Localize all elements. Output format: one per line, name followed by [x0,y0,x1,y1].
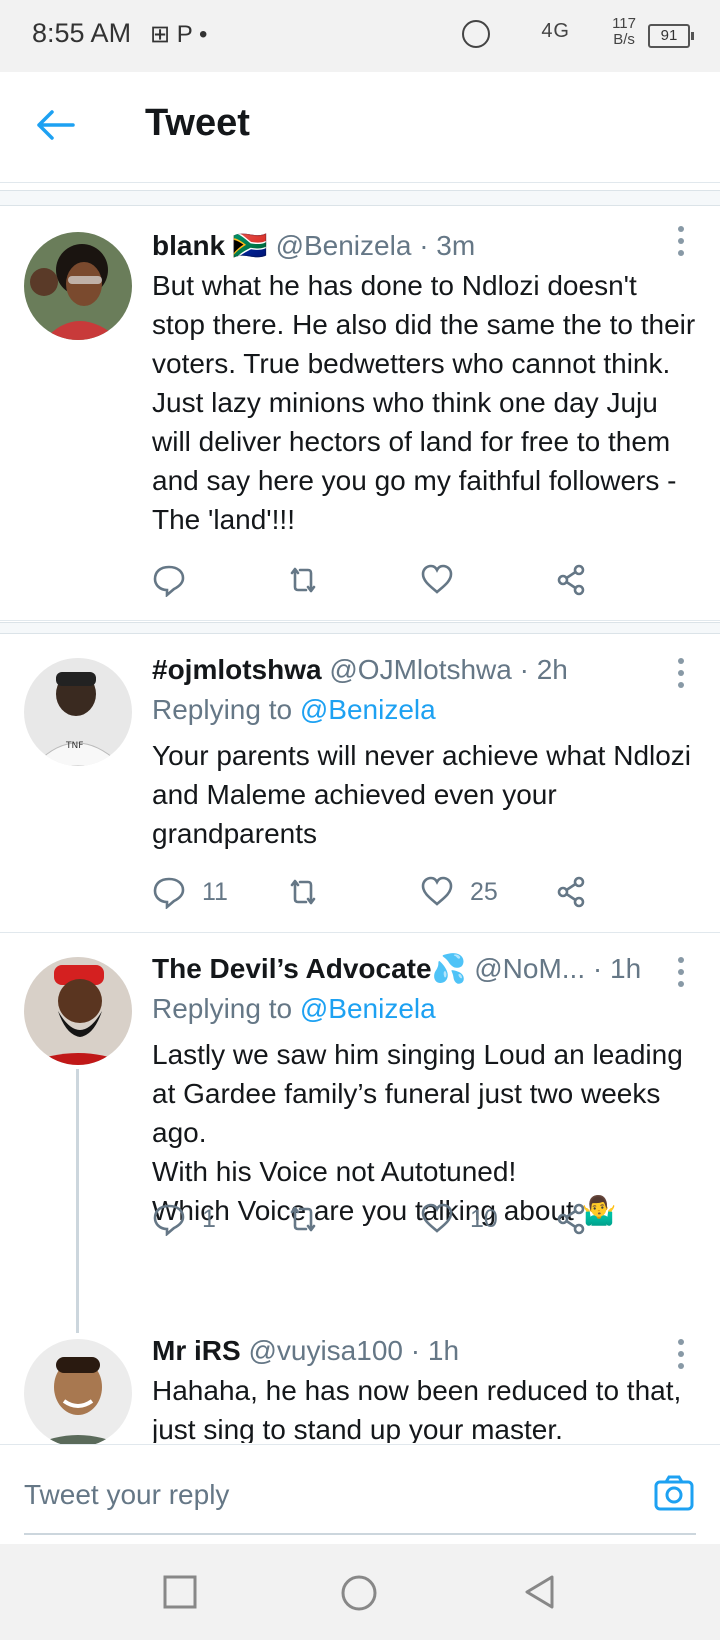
like-count: 25 [470,877,498,906]
reply-button[interactable]: 11 [152,872,228,912]
avatar[interactable] [24,1339,132,1447]
share-icon [557,564,585,596]
heart-icon [421,876,453,906]
back-arrow-icon[interactable] [36,110,76,140]
retweet-icon [290,1206,316,1232]
tweet-text-line: With his Voice not Autotuned! [152,1156,517,1187]
thread-line [76,1069,79,1333]
tweet-header: Mr iRS @vuyisa100 · 1h [152,1331,696,1371]
navigation-bar [0,1544,720,1640]
retweet-button[interactable] [286,1199,320,1239]
retweet-button[interactable] [286,560,320,600]
like-button[interactable] [420,560,454,600]
share-button[interactable] [554,1199,588,1239]
replying-to: Replying to @Benizela [152,993,436,1024]
tweet-time: · 3m [419,230,476,261]
reply-button[interactable] [152,560,186,600]
tweet-text: Hahaha, he has now been reduced to that,… [152,1375,682,1443]
recents-icon[interactable] [162,1574,198,1615]
like-button[interactable]: 10 [420,1199,498,1239]
more-options-icon[interactable] [678,1339,686,1375]
mention-link[interactable]: @Benizela [300,993,436,1024]
tweet[interactable]: TNF #ojmlotshwa @OJMlotshwa · 2h Replyin… [0,634,720,933]
page-title: Tweet [145,102,250,144]
tweet-text: Your parents will never achieve what Ndl… [152,740,692,849]
retweet-icon [290,879,316,905]
tweet-actions: 11 25 [152,872,622,912]
retweet-icon [290,567,316,593]
home-icon[interactable] [340,1574,378,1617]
tweet-header: The Devil’s Advocate💦 @NoM... · 1h [152,949,696,989]
heart-icon [421,1203,453,1233]
tweet-text-line: Lastly we saw him singing Loud an leadin… [152,1039,683,1148]
reply-count: 11 [202,877,228,906]
mention-link[interactable]: @Benizela [300,694,436,725]
like-button[interactable]: 25 [420,872,498,912]
reply-count: 1 [202,1204,216,1233]
avatar[interactable]: TNF [24,658,132,766]
reply-composer: Tweet your reply [0,1444,720,1545]
reply-icon [153,877,185,909]
more-options-icon[interactable] [678,957,686,993]
battery-icon: 91 [648,24,694,48]
tweet-header: #ojmlotshwa @OJMlotshwa · 2h [152,650,696,690]
back-icon[interactable] [522,1574,558,1615]
tweet-text: But what he has done to Ndlozi doesn't s… [152,270,696,535]
status-time: 8:55 AM [32,18,132,48]
share-icon [557,876,585,908]
network-type: 4G [541,20,570,42]
author-name[interactable]: The Devil’s Advocate💦 [152,953,466,984]
reply-icon [153,565,185,597]
svg-text:TNF: TNF [65,741,83,751]
share-button[interactable] [554,872,588,912]
avatar[interactable] [24,232,132,340]
heart-icon [421,564,453,594]
retweet-button[interactable] [286,872,320,912]
tweet-time: · 2h [519,654,568,685]
reply-icon [153,1204,185,1236]
tweet-header: blank 🇿🇦 @Benizela · 3m [152,226,696,266]
camera-icon[interactable] [654,1473,694,1513]
replying-to: Replying to @Benizela [152,694,436,725]
avatar[interactable] [24,957,132,1065]
tweet[interactable]: blank 🇿🇦 @Benizela · 3m But what he has … [0,206,720,621]
divider [0,622,720,634]
status-bar: 8:55 AM ⊞ P • 4G 117 B/s 91 [0,0,720,72]
top-bar: Tweet [0,72,720,183]
divider [0,190,720,206]
more-options-icon[interactable] [678,658,686,694]
tweet-time: · 1h [592,953,642,984]
reply-underline [24,1533,696,1535]
tweet-actions [152,560,622,600]
tweet-time: · 1h [410,1335,460,1366]
author-handle[interactable]: @OJMlotshwa [329,654,511,685]
more-options-icon[interactable] [678,226,686,262]
author-name[interactable]: Mr iRS [152,1335,241,1366]
author-handle[interactable]: @NoM... [474,953,585,984]
reply-button[interactable]: 1 [152,1199,216,1239]
tweet-actions: 1 10 [152,1199,622,1239]
network-speed: 117 B/s [612,15,636,48]
alarm-icon [462,20,490,48]
share-button[interactable] [554,560,588,600]
author-handle[interactable]: @Benizela [276,230,412,261]
tweet[interactable]: The Devil’s Advocate💦 @NoM... · 1h Reply… [0,933,720,1447]
author-name[interactable]: blank 🇿🇦 [152,230,268,261]
author-handle[interactable]: @vuyisa100 [248,1335,403,1366]
author-name[interactable]: #ojmlotshwa [152,654,322,685]
like-count: 10 [470,1204,498,1233]
share-icon [557,1203,585,1235]
reply-input[interactable]: Tweet your reply [24,1479,229,1511]
status-notification-icons: ⊞ P • [150,21,208,48]
